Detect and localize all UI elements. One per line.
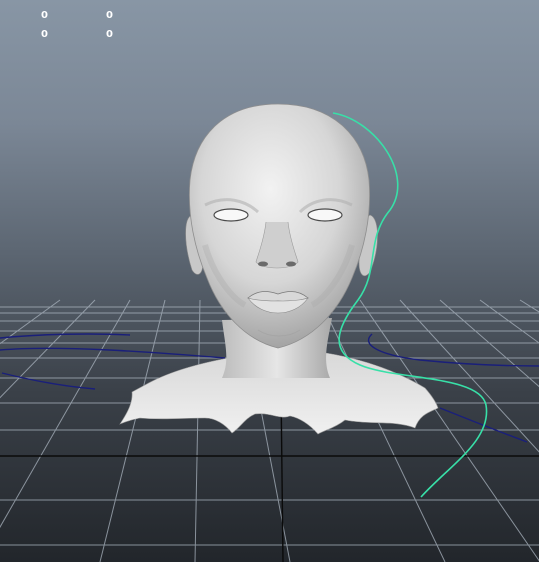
hud-value: 0 [41,29,48,40]
scene-canvas[interactable] [0,0,539,562]
hud-value: 0 [106,29,113,40]
right-eye [307,208,343,222]
maya-3d-viewport[interactable]: 0 0 0 0 [0,0,539,562]
left-eye [213,208,249,222]
hud-value: 0 [106,10,113,21]
hud-value: 0 [41,10,48,21]
